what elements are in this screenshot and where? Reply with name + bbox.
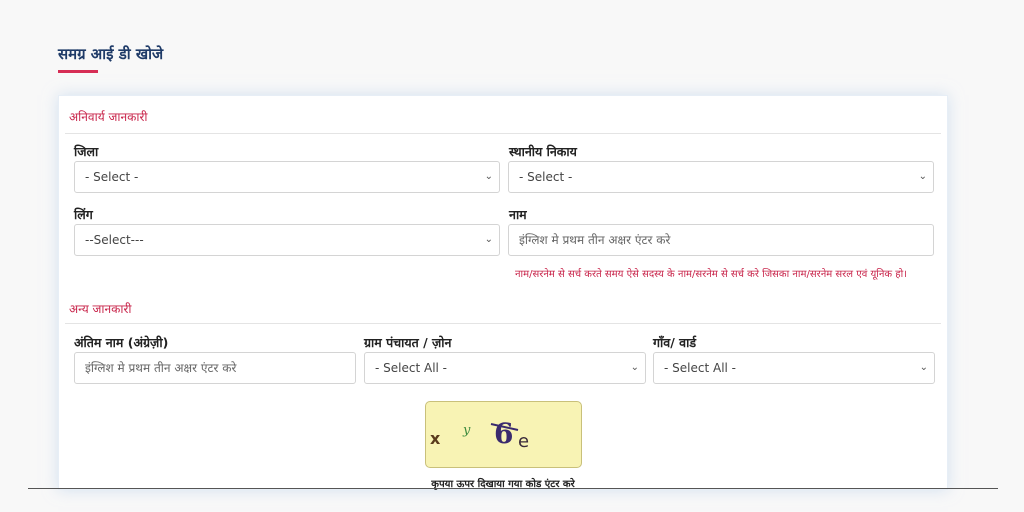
local-body-select[interactable]: - Select - ⌄ bbox=[508, 161, 934, 193]
local-body-select-value: - Select - bbox=[519, 170, 573, 184]
captcha-char: y bbox=[462, 423, 471, 438]
district-select-value: - Select - bbox=[85, 170, 139, 184]
chevron-down-icon: ⌄ bbox=[484, 171, 493, 182]
name-search-hint: नाम/सरनेम से सर्च करते समय ऐसे सदस्य के … bbox=[515, 269, 907, 280]
district-label: जिला bbox=[74, 144, 99, 159]
village-select-value: - Select All - bbox=[664, 361, 736, 375]
village-label: गाँव/ वार्ड bbox=[653, 335, 697, 350]
gender-label: लिंग bbox=[74, 207, 93, 222]
captcha-char: x bbox=[430, 429, 441, 448]
chevron-down-icon: ⌄ bbox=[919, 362, 928, 373]
gender-select[interactable]: --Select--- ⌄ bbox=[74, 224, 500, 256]
local-body-label: स्थानीय निकाय bbox=[509, 144, 577, 159]
captcha-char: e bbox=[518, 431, 529, 452]
section-divider bbox=[65, 133, 941, 134]
chevron-down-icon: ⌄ bbox=[484, 234, 493, 245]
name-label: नाम bbox=[509, 207, 527, 222]
other-section-heading: अन्य जानकारी bbox=[69, 302, 132, 316]
gram-panchayat-select[interactable]: - Select All - ⌄ bbox=[364, 352, 646, 384]
village-select[interactable]: - Select All - ⌄ bbox=[653, 352, 935, 384]
title-underline bbox=[58, 70, 98, 73]
gram-panchayat-select-value: - Select All - bbox=[375, 361, 447, 375]
captcha-char: 6 bbox=[494, 417, 513, 450]
last-name-label: अंतिम नाम (अंग्रेज़ी) bbox=[74, 335, 169, 350]
page-title: समग्र आई डी खोजे bbox=[58, 45, 164, 63]
section-divider bbox=[65, 323, 941, 324]
chevron-down-icon: ⌄ bbox=[630, 362, 639, 373]
district-select[interactable]: - Select - ⌄ bbox=[74, 161, 500, 193]
name-input[interactable] bbox=[508, 224, 934, 256]
mandatory-section-heading: अनिवार्य जानकारी bbox=[69, 110, 148, 124]
bottom-rule bbox=[28, 488, 998, 489]
gender-select-value: --Select--- bbox=[85, 233, 144, 247]
captcha-image: x y 6 e bbox=[425, 401, 582, 468]
search-form-card: अनिवार्य जानकारी जिला - Select - ⌄ स्थान… bbox=[58, 95, 948, 490]
chevron-down-icon: ⌄ bbox=[918, 171, 927, 182]
gram-panchayat-label: ग्राम पंचायत / ज़ोन bbox=[364, 335, 452, 350]
last-name-input[interactable] bbox=[74, 352, 356, 384]
